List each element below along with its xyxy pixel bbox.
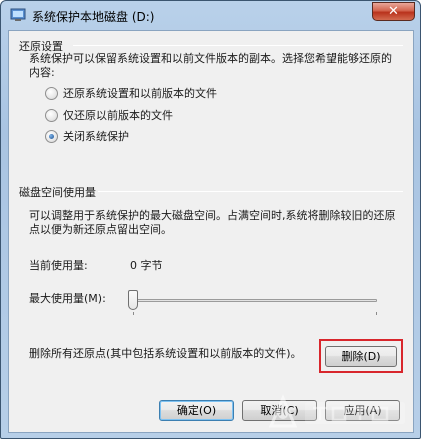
radio-label: 还原系统设置和以前版本的文件 bbox=[63, 87, 217, 100]
disk-usage-title: 磁盘空间使用量 bbox=[19, 186, 96, 199]
restore-settings-divider bbox=[73, 45, 403, 46]
delete-description: 删除所有还原点(其中包括系统设置和以前版本的文件)。 bbox=[29, 347, 302, 360]
dialog-window: 系统保护本地磁盘 (D:) ✕ 还原设置 系统保护可以保留系统设置和以前文件版本… bbox=[0, 0, 421, 439]
system-protection-icon bbox=[10, 8, 26, 21]
radio-label: 仅还原以前版本的文件 bbox=[63, 109, 173, 122]
close-icon: ✕ bbox=[388, 4, 399, 19]
current-usage-value: 0 字节 bbox=[130, 259, 163, 272]
radio-selected-dot bbox=[49, 133, 54, 139]
watermark-logo bbox=[268, 394, 405, 428]
disk-usage-divider bbox=[98, 191, 403, 192]
window-title: 系统保护本地磁盘 (D:) bbox=[32, 10, 155, 24]
disk-usage-description: 可以调整用于系统保护的最大磁盘空间。占满空间时,系统将删除较旧的还原点以便为新还… bbox=[29, 209, 396, 236]
max-usage-slider-track[interactable] bbox=[132, 299, 377, 302]
slider-tick bbox=[133, 312, 134, 315]
current-usage-label: 当前使用量: bbox=[29, 259, 88, 272]
radio-restore-files-only[interactable]: 仅还原以前版本的文件 bbox=[45, 107, 173, 123]
dialog-body: 还原设置 系统保护可以保留系统设置和以前文件版本的副本。选择您希望能够还原的内容… bbox=[8, 30, 414, 433]
max-usage-slider-thumb[interactable] bbox=[128, 290, 138, 310]
radio-turn-off-protection[interactable]: 关闭系统保护 bbox=[45, 128, 129, 144]
radio-restore-system-and-files[interactable]: 还原系统设置和以前版本的文件 bbox=[45, 85, 217, 101]
restore-settings-description: 系统保护可以保留系统设置和以前文件版本的副本。选择您希望能够还原的内容: bbox=[29, 52, 392, 79]
radio-button[interactable] bbox=[45, 86, 58, 100]
slider-tick bbox=[376, 312, 377, 315]
radio-label: 关闭系统保护 bbox=[63, 130, 129, 143]
radio-button-selected[interactable] bbox=[45, 129, 58, 143]
ok-button[interactable]: 确定(O) bbox=[159, 400, 234, 421]
close-button[interactable]: ✕ bbox=[372, 2, 415, 21]
max-usage-label: 最大使用量(M): bbox=[29, 292, 106, 305]
title-bar[interactable]: 系统保护本地磁盘 (D:) ✕ bbox=[1, 1, 420, 29]
delete-button[interactable]: 删除(D) bbox=[325, 346, 397, 367]
radio-button[interactable] bbox=[45, 108, 58, 122]
